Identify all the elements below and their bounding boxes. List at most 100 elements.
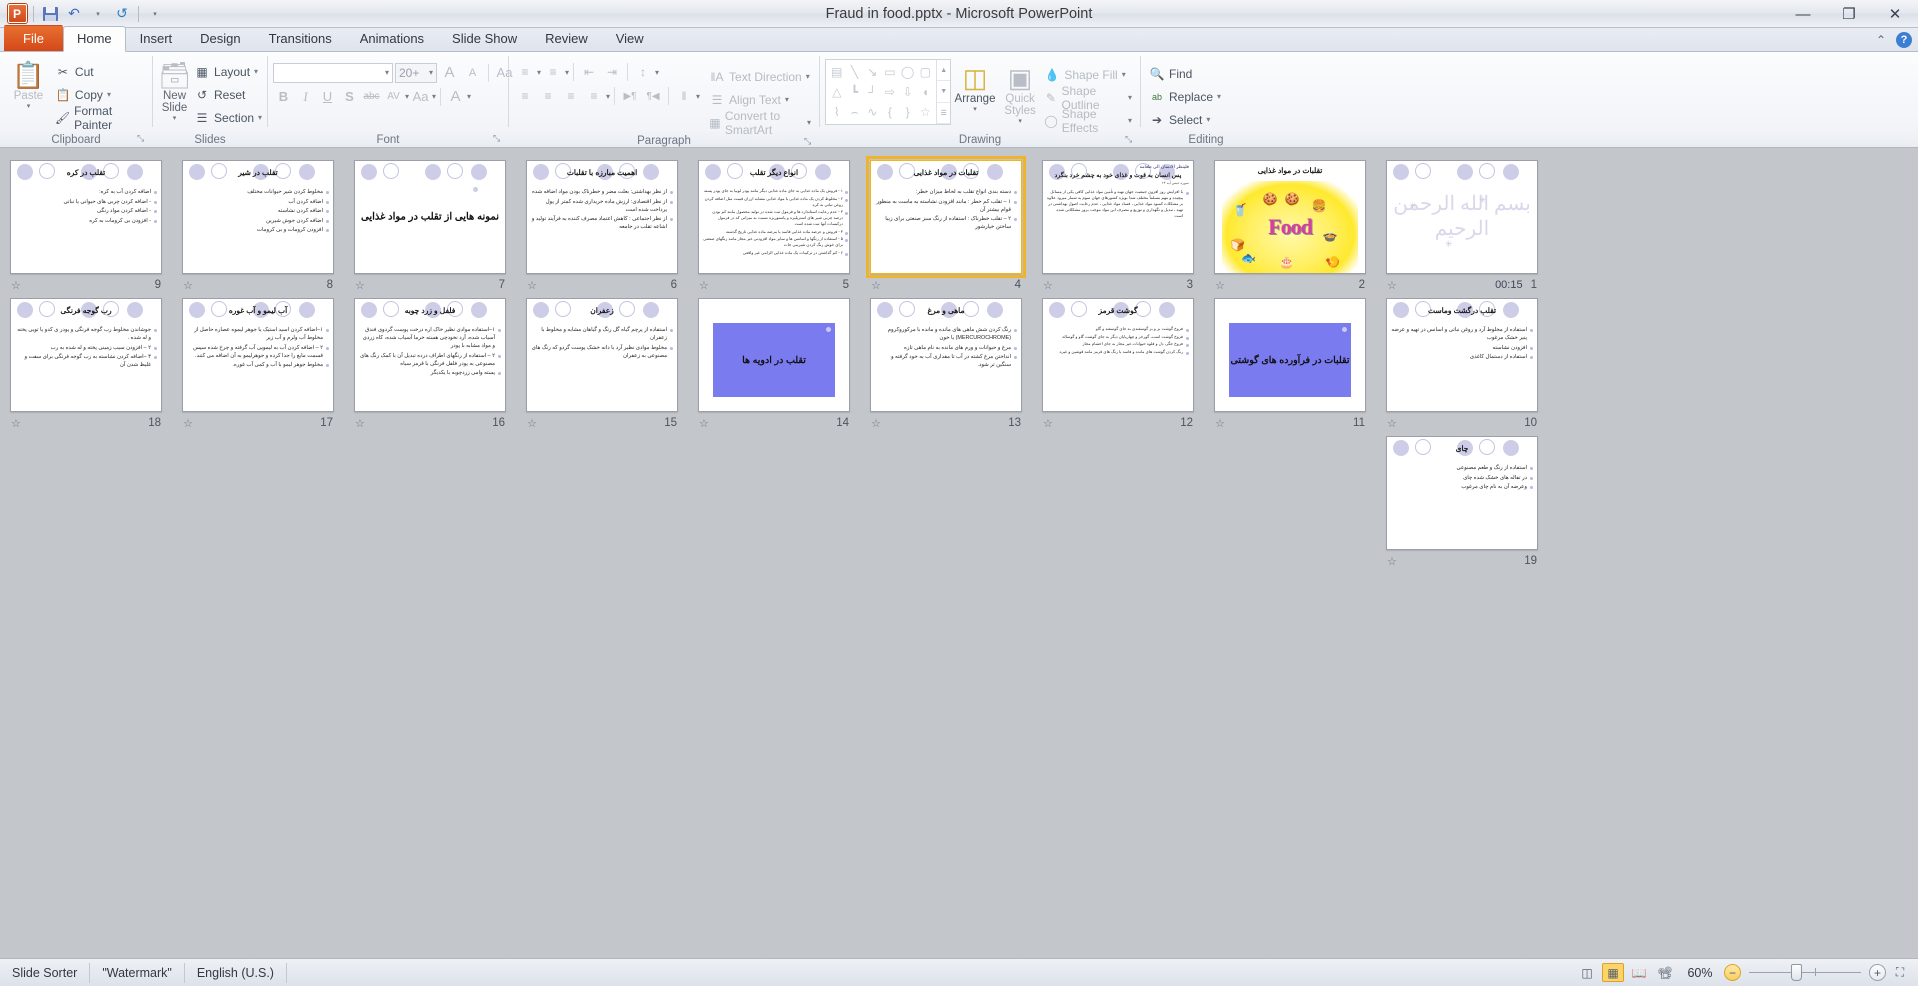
minimize-ribbon-icon[interactable]: ⌃ [1876,33,1886,47]
numbering-dropdown-icon[interactable]: ▾ [565,68,569,77]
clipboard-dialog-launcher-icon[interactable]: ⤡ [137,133,148,144]
slide-canvas[interactable]: اهمیت مبارزه با تقلبات از نظر بهداشتی: بع… [526,160,678,274]
reset-button[interactable]: ↺ Reset [191,83,265,106]
shape-cell-3[interactable]: ▭ [881,62,899,82]
slide-canvas[interactable]: فلفل و زرد چوبه ۱–استفاده موادی نظیر خاک … [354,298,506,412]
slide-thumbnail-1[interactable]: بسم الله الرحمن الرحیم ✳ ✳ ✳ ☆ 00:15 1 [1376,157,1548,295]
bullets-icon[interactable]: ≡ [514,61,536,83]
animation-star-icon[interactable]: ☆ [1387,417,1397,430]
shapes-gallery[interactable]: ▤ ╲ ↘ ▭ ◯ ▢ △ ┗ ┘ ⇨ ⇩ ◖ ⌇ ⌢ ∿{} ☆ ▲ ▼ ☰ [825,59,952,125]
slide-thumbnail-18[interactable]: رب گوجه فرنگی جوشاندن مخلوط رب گوجه فرنگی… [0,295,172,433]
animation-star-icon[interactable]: ☆ [355,417,365,430]
slide-thumbnail-15[interactable]: زعفران استفاده از پرچم گیاه گل رنگ و گیاه… [516,295,688,433]
new-slide-dropdown-icon[interactable]: ▾ [173,114,177,122]
font-name-dropdown-icon[interactable]: ▾ [385,68,389,77]
shape-fill-dropdown-icon[interactable]: ▾ [1122,70,1126,79]
shapes-gallery-scrollbar[interactable]: ▲ ▼ ☰ [936,60,951,124]
tab-home[interactable]: Home [62,26,126,52]
columns-dropdown-icon[interactable]: ▾ [696,92,700,101]
shape-effects-button[interactable]: ◯ Shape Effects ▾ [1041,107,1135,135]
animation-star-icon[interactable]: ☆ [871,417,881,430]
fit-to-window-button[interactable]: ⛶ [1890,964,1910,982]
change-case-dropdown-icon[interactable]: ▾ [432,92,436,101]
shape-cell-8[interactable]: ┘ [863,82,881,102]
slide-thumbnail-11[interactable]: تقلبات در فرآورده های گوشتی ☆ 11 [1204,295,1376,433]
shape-cell-11[interactable]: ◖ [916,82,934,102]
shape-cell-6[interactable]: △ [828,82,846,102]
arrange-dropdown-icon[interactable]: ▾ [973,105,977,113]
copy-dropdown-icon[interactable]: ▾ [107,90,111,99]
increase-indent-icon[interactable]: ⇥ [601,61,623,83]
animation-star-icon[interactable]: ☆ [183,279,193,292]
slide-canvas[interactable]: بسم الله الرحمن الرحیم ✳ ✳ ✳ [1386,160,1538,274]
slide-sorter-canvas[interactable]: تقلب در کره اضافه کردن آب به کره: - اضافه … [0,148,1918,958]
animation-star-icon[interactable]: ☆ [1043,279,1053,292]
tab-view[interactable]: View [602,26,658,51]
drawing-dialog-launcher-icon[interactable]: ⤡ [1125,134,1136,145]
convert-to-smartart-button[interactable]: ▦ Convert to SmartArt ▾ [706,109,814,137]
paste-button[interactable]: 📋 Paste ▾ [5,56,52,110]
animation-star-icon[interactable]: ☆ [183,417,193,430]
select-dropdown-icon[interactable]: ▾ [1206,115,1210,124]
font-color-dropdown-icon[interactable]: ▾ [467,92,471,101]
numbering-icon[interactable]: ≡ [542,61,564,83]
text-shadow-button[interactable]: S [339,86,360,107]
grow-font-icon[interactable]: A [439,62,460,83]
replace-dropdown-icon[interactable]: ▾ [1217,92,1221,101]
bullets-dropdown-icon[interactable]: ▾ [537,68,541,77]
font-dialog-launcher-icon[interactable]: ⤡ [493,133,504,144]
slide-canvas[interactable]: رب گوجه فرنگی جوشاندن مخلوط رب گوجه فرنگی… [10,298,162,412]
font-size-input[interactable]: 20+ ▾ [395,62,437,83]
shape-cell-13[interactable]: ⌢ [846,102,864,122]
shape-cell-17[interactable]: ☆ [916,102,934,122]
find-button[interactable]: 🔍 Find [1146,62,1224,85]
slide-canvas[interactable]: تقلب در کره اضافه کردن آب به کره: - اضافه … [10,160,162,274]
bold-button[interactable]: B [273,86,294,107]
text-direction-dropdown-icon[interactable]: ▾ [806,72,810,81]
slideshow-view-button[interactable]: 📽 [1654,963,1676,982]
line-spacing-dropdown-icon[interactable]: ▾ [655,68,659,77]
select-button[interactable]: ➔ Select ▾ [1146,108,1224,131]
slide-canvas[interactable]: آب لیمو و آب غوره ۱–اضافه کردن اسید استیک… [182,298,334,412]
quick-styles-button[interactable]: ▣ Quick Styles ▾ [999,59,1042,125]
columns-icon[interactable]: ‖ [673,85,695,107]
section-dropdown-icon[interactable]: ▾ [258,113,262,122]
shapes-scroll-up-icon[interactable]: ▲ [937,60,951,82]
paste-dropdown-icon[interactable]: ▾ [27,102,31,110]
shape-cell-15[interactable]: { [881,102,899,122]
shape-cell-10[interactable]: ⇩ [899,82,917,102]
customize-qat-icon[interactable]: ▾ [144,3,166,24]
undo-dropdown-icon[interactable]: ▾ [87,3,109,24]
animation-star-icon[interactable]: ☆ [1215,417,1225,430]
slide-canvas[interactable]: گوشت قرمز فروخ گوشت بز و بز گوسفندی به جا… [1042,298,1194,412]
slide-canvas[interactable]: فلینظر الانسان الی طعامه پس انسان به قوت … [1042,160,1194,274]
slide-thumbnail-7[interactable]: نمونه هایی از تقلب در مواد غذایی ☆ 7 [344,157,516,295]
slide-canvas[interactable]: تقلب درگشت وماست استفاده از مخلوط آرد و ر… [1386,298,1538,412]
window-controls[interactable]: — ❐ ✕ [1780,0,1918,28]
slide-thumbnail-2[interactable]: تقلبات در مواد غذایی Food 🥤 🍪 🍪 🍔 🍲 🐟 🎂 🍞 🍤 ☆ 2 [1204,157,1376,295]
tab-file[interactable]: File [4,25,63,51]
slide-canvas[interactable]: زعفران استفاده از پرچم گیاه گل رنگ و گیاه… [526,298,678,412]
shape-cell-0[interactable]: ▤ [828,62,846,82]
slide-thumbnail-9[interactable]: تقلب در کره اضافه کردن آب به کره: - اضافه … [0,157,172,295]
tab-design[interactable]: Design [186,26,254,51]
slide-thumbnail-14[interactable]: تقلب در ادویه ها ☆ 14 [688,295,860,433]
status-theme[interactable]: "Watermark" [90,962,185,983]
character-spacing-icon[interactable]: AV [383,86,404,107]
shrink-font-icon[interactable]: A [462,62,483,83]
change-case-icon[interactable]: Aa [410,86,431,107]
zoom-level-label[interactable]: 60% [1680,966,1720,980]
animation-star-icon[interactable]: ☆ [1043,417,1053,430]
justify-dropdown-icon[interactable]: ▾ [606,92,610,101]
shape-cell-1[interactable]: ╲ [846,62,864,82]
new-slide-button[interactable]: 🗃 New Slide ▾ [158,56,191,122]
align-left-icon[interactable]: ≡ [514,85,536,107]
slide-canvas[interactable]: چای استفاده از رنگ و طعم مصنوعی در تفاله ه… [1386,436,1538,550]
animation-star-icon[interactable]: ☆ [871,279,881,292]
shape-outline-dropdown-icon[interactable]: ▾ [1128,93,1132,102]
normal-view-button[interactable]: ◫ [1576,963,1598,982]
animation-star-icon[interactable]: ☆ [527,417,537,430]
slide-thumbnail-6[interactable]: اهمیت مبارزه با تقلبات از نظر بهداشتی: بع… [516,157,688,295]
shapes-scroll-down-icon[interactable]: ▼ [937,81,951,103]
underline-button[interactable]: U [317,86,338,107]
